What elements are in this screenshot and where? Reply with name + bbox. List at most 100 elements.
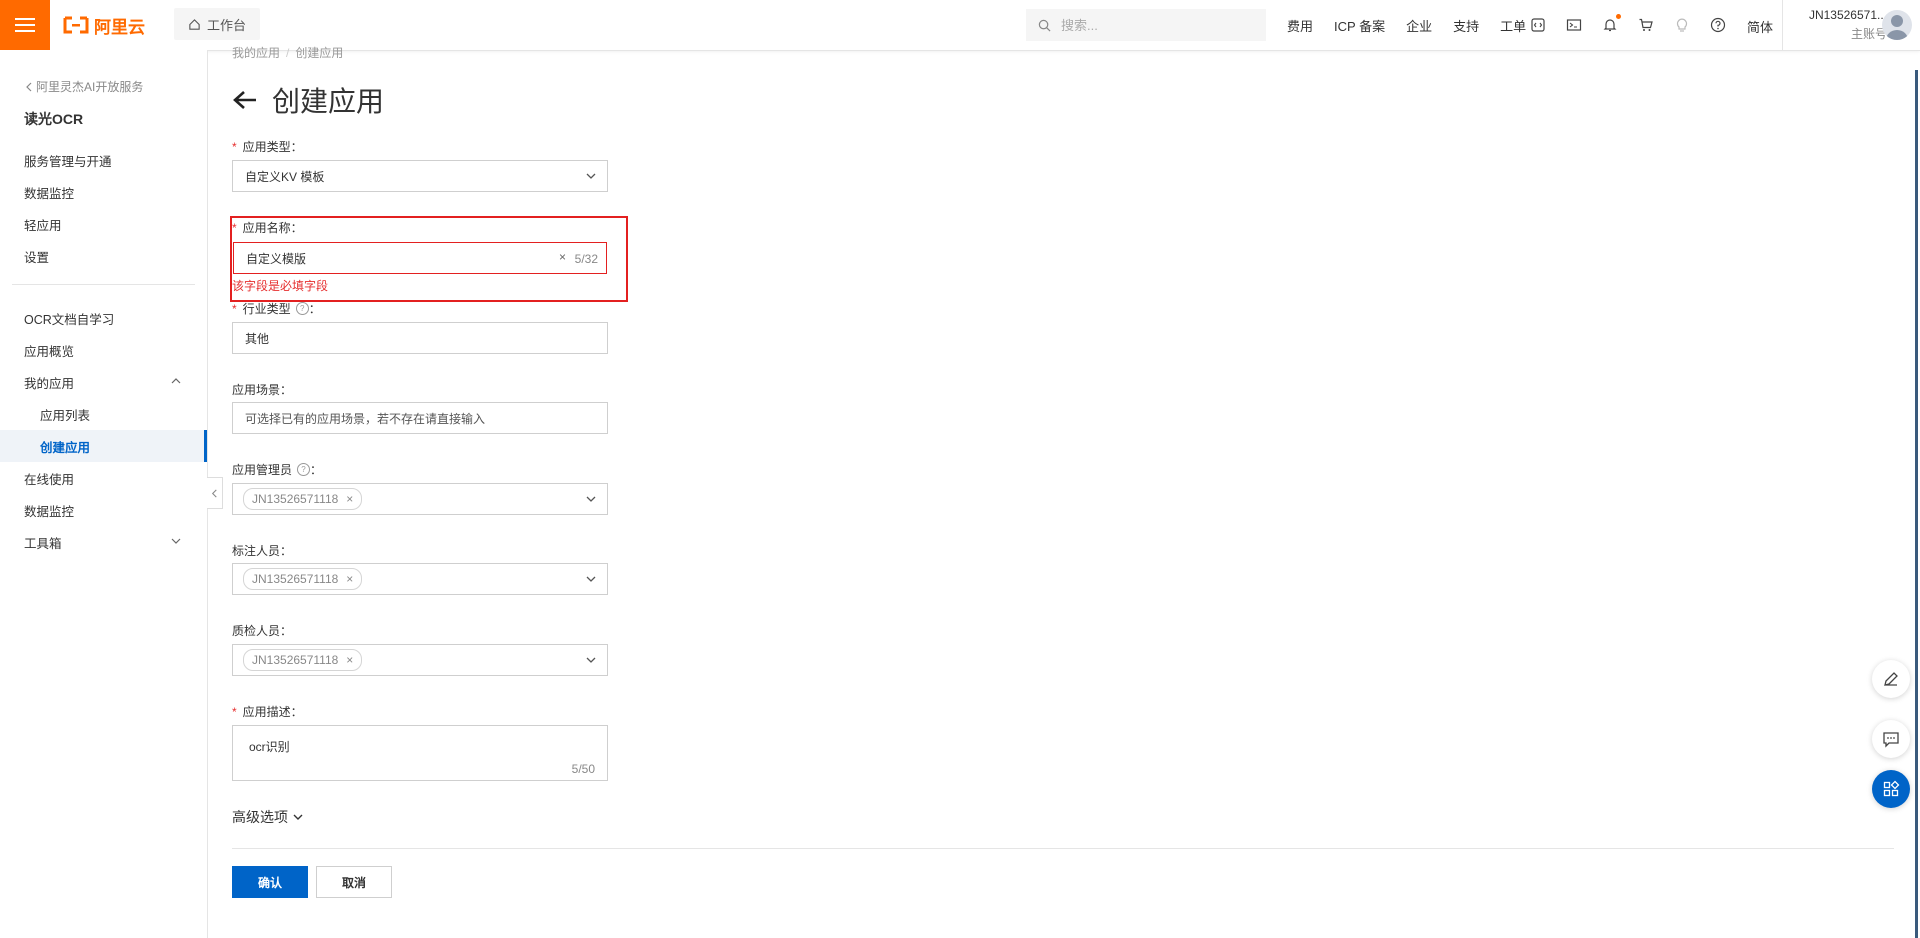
tag-remove-icon[interactable]: × <box>346 653 353 667</box>
sidebar-item-app-overview[interactable]: 应用概览 <box>24 341 74 360</box>
hamburger-menu-button[interactable] <box>0 0 50 50</box>
chevron-down-icon <box>293 814 303 820</box>
app-name-label: * 应用名称： <box>232 220 303 236</box>
admin-select[interactable]: JN13526571118 × <box>232 483 608 515</box>
bell-icon[interactable] <box>1601 14 1621 34</box>
top-link-ticket[interactable]: 工单 <box>1500 16 1526 35</box>
scene-input[interactable]: 可选择已有的应用场景，若不存在请直接输入 <box>232 402 608 434</box>
chevron-down-icon <box>586 576 596 582</box>
sidebar-item-toolbox[interactable]: 工具箱 <box>24 533 62 552</box>
workbench-button[interactable]: 工作台 <box>174 8 261 40</box>
sidebar-item-service-management[interactable]: 服务管理与开通 <box>24 151 112 170</box>
sidebar-item-online-use[interactable]: 在线使用 <box>24 469 74 488</box>
qa-select[interactable]: JN13526571118 × <box>232 644 608 676</box>
app-type-label: * 应用类型： <box>232 139 303 155</box>
account-name: JN13526571... <box>1808 8 1887 22</box>
scene-label: 应用场景： <box>232 383 293 397</box>
sidebar-collapse-button[interactable] <box>207 477 223 509</box>
app-type-value: 自定义KV 模板 <box>245 169 325 184</box>
home-icon <box>189 18 200 30</box>
page-header: 创建应用 <box>232 80 384 120</box>
tag-remove-icon[interactable]: × <box>346 572 353 586</box>
required-mark: * <box>232 220 237 235</box>
notification-dot <box>1616 14 1621 19</box>
aliyun-logo[interactable]: 阿里云 <box>62 13 145 37</box>
clear-icon[interactable]: × <box>559 250 566 264</box>
help-icon[interactable]: ? <box>295 302 309 315</box>
breadcrumb-my-apps[interactable]: 我的应用 <box>232 46 280 60</box>
advanced-options-label: 高级选项 <box>232 809 288 825</box>
qa-tag: JN13526571118 × <box>243 649 363 671</box>
code-icon[interactable] <box>1529 16 1547 34</box>
feedback-edit-button[interactable] <box>1872 660 1910 698</box>
search-icon <box>1038 19 1051 31</box>
avatar[interactable] <box>1882 10 1912 40</box>
industry-input[interactable]: 其他 <box>232 322 608 354</box>
top-link-fees[interactable]: 费用 <box>1287 16 1313 35</box>
sidebar-item-data-monitor-2[interactable]: 数据监控 <box>24 501 74 520</box>
avatar-icon <box>1886 15 1908 40</box>
required-mark: * <box>232 139 237 154</box>
chevron-up-icon[interactable] <box>170 375 182 387</box>
account-role: 主账号 <box>1850 27 1887 41</box>
chevron-down-icon[interactable] <box>170 535 182 547</box>
cancel-button[interactable]: 取消 <box>316 866 392 898</box>
sidebar-item-light-app[interactable]: 轻应用 <box>24 215 62 234</box>
search-input[interactable] <box>1059 16 1253 34</box>
app-name-error-message: 该字段是必填字段 <box>232 279 329 293</box>
breadcrumb-create-app: 创建应用 <box>295 46 344 60</box>
chevron-down-icon <box>586 657 596 663</box>
help-icon[interactable] <box>1709 16 1727 34</box>
app-name-char-count: 5/32 <box>574 252 598 266</box>
chevron-down-icon <box>586 173 596 179</box>
language-switch[interactable]: 简体 <box>1747 17 1773 36</box>
top-link-icp[interactable]: ICP 备案 <box>1334 16 1385 35</box>
description-char-count: 5/50 <box>571 762 595 776</box>
breadcrumb: 我的应用 / 创建应用 <box>232 44 343 61</box>
advanced-options-toggle[interactable]: 高级选项 <box>232 807 304 827</box>
sidebar-item-doc-self-learning[interactable]: OCR文档自学习 <box>24 309 114 328</box>
description-textarea[interactable]: ocr识别 5/50 <box>232 725 608 781</box>
brand-name: 阿里云 <box>94 17 145 37</box>
app-name-input[interactable]: 自定义模版 × 5/32 <box>233 242 607 274</box>
apps-icon <box>1883 780 1900 797</box>
sidebar-divider <box>12 284 195 285</box>
terminal-icon[interactable] <box>1565 16 1583 34</box>
search-box[interactable] <box>1026 9 1266 41</box>
account-info[interactable]: JN13526571... 主账号 <box>1792 8 1887 42</box>
sidebar: 阿里灵杰AI开放服务 读光OCR 服务管理与开通 数据监控 轻应用 设置 OCR… <box>0 50 208 938</box>
top-link-support[interactable]: 支持 <box>1453 16 1479 35</box>
sidebar-back-link[interactable]: 阿里灵杰AI开放服务 <box>24 78 143 95</box>
chat-icon <box>1883 732 1899 748</box>
top-link-enterprise[interactable]: 企业 <box>1406 16 1432 35</box>
sidebar-item-app-list[interactable]: 应用列表 <box>40 405 90 424</box>
tag-remove-icon[interactable]: × <box>346 492 353 506</box>
industry-label: * 行业类型?： <box>232 301 321 317</box>
top-links: 费用 ICP 备案 企业 支持 工单 <box>1287 0 1547 50</box>
sidebar-item-settings[interactable]: 设置 <box>24 247 49 266</box>
sidebar-active-highlight <box>0 430 206 462</box>
page-scrollbar[interactable] <box>1915 70 1918 938</box>
chevron-down-icon <box>586 496 596 502</box>
chevron-left-icon <box>26 82 32 91</box>
lightbulb-icon[interactable] <box>1673 16 1691 34</box>
admin-label: 应用管理员?： <box>232 463 323 477</box>
back-link-label: 阿里灵杰AI开放服务 <box>36 80 144 94</box>
app-type-select[interactable]: 自定义KV 模板 <box>232 160 608 192</box>
confirm-button[interactable]: 确认 <box>232 866 308 898</box>
sidebar-item-my-apps[interactable]: 我的应用 <box>24 373 74 392</box>
top-icon-group <box>1529 0 1745 50</box>
annotator-tag: JN13526571118 × <box>243 568 363 590</box>
app-name-value: 自定义模版 <box>246 251 307 266</box>
required-mark: * <box>232 301 237 316</box>
help-icon[interactable]: ? <box>297 463 311 476</box>
sidebar-item-create-app[interactable]: 创建应用 <box>40 437 90 456</box>
sidebar-item-data-monitor[interactable]: 数据监控 <box>24 183 74 202</box>
back-arrow-icon[interactable] <box>232 89 258 111</box>
apps-button[interactable] <box>1872 770 1910 808</box>
cart-icon[interactable] <box>1637 16 1655 34</box>
annotator-select[interactable]: JN13526571118 × <box>232 563 608 595</box>
qa-label: 质检人员： <box>232 624 293 638</box>
workbench-label: 工作台 <box>207 17 247 33</box>
chat-button[interactable] <box>1872 720 1910 758</box>
